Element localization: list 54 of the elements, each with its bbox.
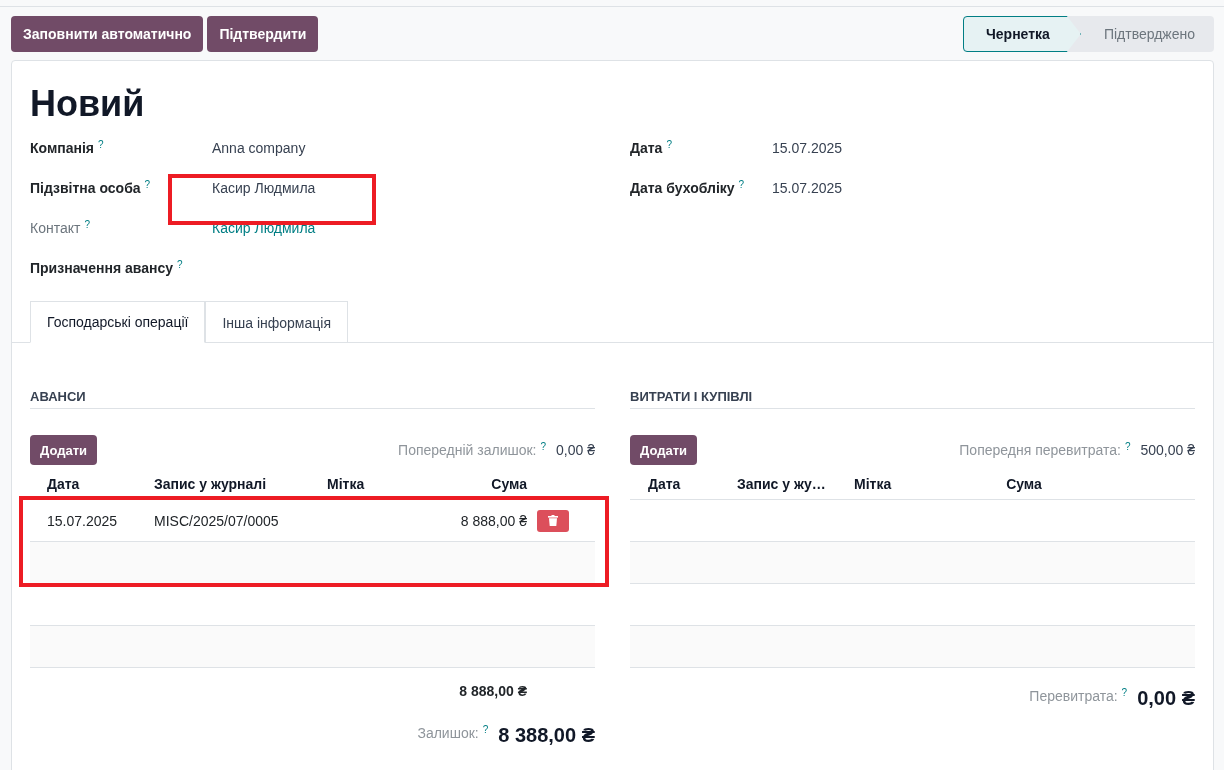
table-cell-text: 8 888,00 ₴ bbox=[459, 512, 527, 529]
field-label: Контакт bbox=[30, 220, 81, 236]
field-label: Дата bbox=[630, 140, 663, 156]
toolbar-button[interactable]: Підтвердити bbox=[207, 16, 319, 52]
delete-button[interactable] bbox=[537, 509, 569, 532]
section-heading: ВИТРАТИ І КУПІВЛІ bbox=[630, 389, 1195, 409]
help-tooltip[interactable]: ? bbox=[98, 140, 104, 150]
section-heading: АВАНСИ bbox=[30, 389, 595, 409]
field-value[interactable]: Касир Людмила bbox=[212, 220, 316, 236]
help-tooltip[interactable]: ? bbox=[177, 260, 183, 270]
record-title: Новий bbox=[29, 82, 146, 126]
column-header[interactable]: Мітка bbox=[327, 476, 427, 492]
field-label: Компанія bbox=[30, 140, 95, 156]
help-tooltip[interactable]: ? bbox=[1124, 442, 1131, 452]
help-tooltip[interactable]: ? bbox=[1121, 688, 1128, 698]
field-label: Призначення авансу bbox=[30, 260, 173, 276]
balance-label: Залишок: bbox=[417, 725, 479, 741]
previous-balance-label: Попередній залишок: bbox=[398, 442, 537, 458]
field-value: 15.07.2025 bbox=[772, 180, 843, 196]
status-step[interactable]: Підтверджено bbox=[1080, 16, 1214, 52]
tab[interactable]: Господарські операції bbox=[30, 301, 206, 343]
help-tooltip[interactable]: ? bbox=[738, 180, 745, 190]
status-step[interactable]: Чернетка bbox=[963, 16, 1081, 52]
table-cell-text: 15.07.2025 bbox=[47, 512, 119, 529]
field-value: 15.07.2025 bbox=[772, 140, 843, 156]
add-button[interactable]: Додати bbox=[630, 435, 698, 465]
previous-overspend-value: 500,00 ₴ bbox=[1140, 442, 1195, 458]
column-header[interactable]: Дата bbox=[648, 476, 737, 492]
column-header[interactable]: Запис у журналі bbox=[154, 476, 327, 492]
column-header[interactable]: Мітка bbox=[854, 476, 974, 492]
help-tooltip[interactable]: ? bbox=[84, 220, 90, 230]
column-header[interactable]: Запис у жу… bbox=[737, 476, 854, 492]
overspend-label: Перевитрата: bbox=[1029, 688, 1118, 704]
help-tooltip[interactable]: ? bbox=[144, 180, 151, 190]
help-tooltip[interactable]: ? bbox=[482, 725, 489, 735]
table-cell-text: MISC/2025/07/0005 bbox=[154, 512, 280, 529]
help-tooltip[interactable]: ? bbox=[540, 442, 547, 452]
field-value: Anna company bbox=[212, 140, 306, 156]
toolbar-button[interactable]: Заповнити автоматично bbox=[11, 16, 204, 52]
field-label: Дата бухобліку bbox=[630, 180, 735, 196]
previous-overspend-label: Попередня перевитрата: bbox=[959, 442, 1121, 458]
column-header[interactable]: Сума bbox=[427, 476, 527, 492]
help-tooltip[interactable]: ? bbox=[666, 140, 672, 150]
column-header[interactable]: Дата bbox=[47, 476, 154, 492]
field-label: Підзвітна особа bbox=[30, 180, 141, 196]
tab[interactable]: Інша інформація bbox=[205, 301, 348, 343]
overspend-value: 0,00 ₴ bbox=[1137, 688, 1195, 708]
total-amount: 8 888,00 ₴ bbox=[458, 683, 527, 699]
trash-icon bbox=[548, 515, 558, 526]
field-value: Касир Людмила bbox=[212, 180, 316, 196]
add-button[interactable]: Додати bbox=[30, 435, 98, 465]
previous-balance-value: 0,00 ₴ bbox=[556, 442, 595, 458]
column-header[interactable]: Сума bbox=[974, 476, 1074, 492]
balance-value: 8 388,00 ₴ bbox=[498, 725, 595, 745]
